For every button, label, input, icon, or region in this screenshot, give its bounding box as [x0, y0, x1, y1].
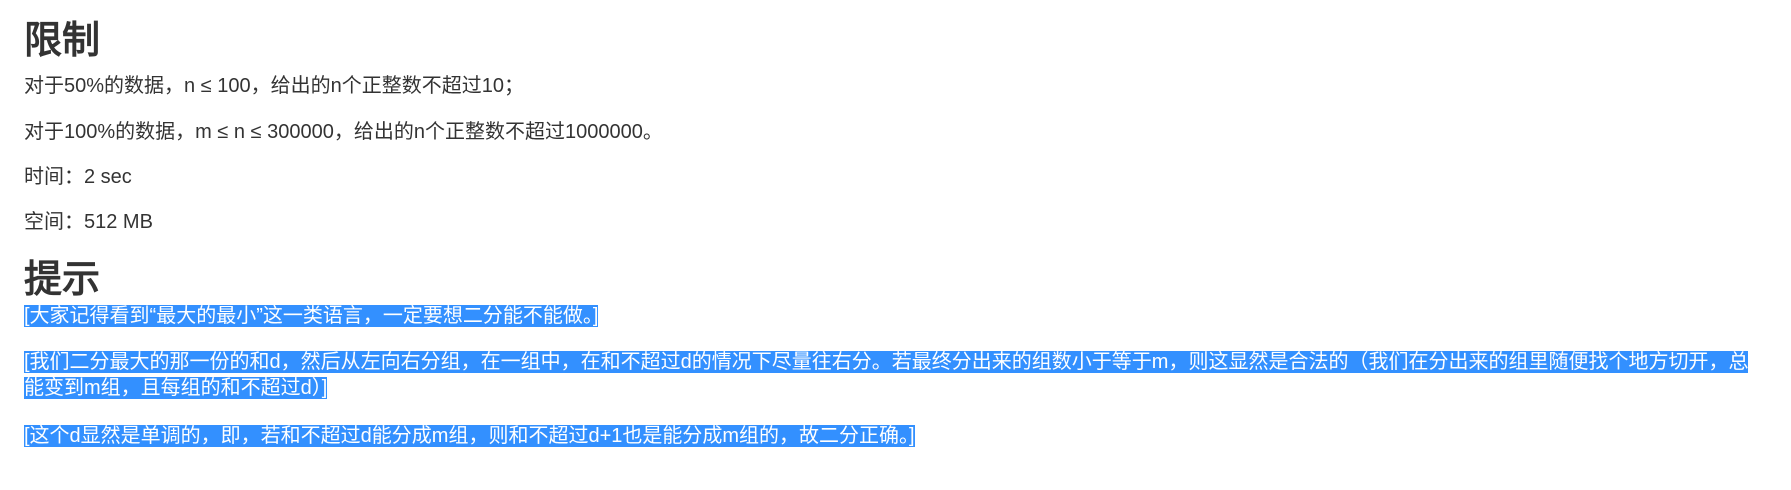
memory-limit: 空间：512 MB: [24, 211, 153, 233]
limits-heading: 限制: [24, 18, 101, 62]
selected-text: [这个d显然是单调的，即，若和不超过d能分成m组，则和不超过d+1也是能分成m组…: [24, 425, 915, 447]
selected-text: [我们二分最大的那一份的和d，然后从左向右分组，在一组中，在和不超过d的情况下尽…: [24, 351, 1749, 399]
hint-heading: 提示: [24, 257, 101, 301]
hint-paragraph-3[interactable]: [这个d显然是单调的，即，若和不超过d能分成m组，则和不超过d+1也是能分成m组…: [24, 424, 1764, 448]
time-limit: 时间：2 sec: [24, 166, 132, 188]
selected-text: [大家记得看到“最大的最小”这一类语言，一定要想二分能不能做。]: [24, 305, 599, 327]
hint-paragraph-1[interactable]: [大家记得看到“最大的最小”这一类语言，一定要想二分能不能做。]: [24, 304, 1764, 328]
problem-content: 限制 对于50%的数据，n ≤ 100，给出的n个正整数不超过10； 对于100…: [24, 18, 1764, 448]
limit-line-100-percent: 对于100%的数据，m ≤ n ≤ 300000，给出的n个正整数不超过1000…: [24, 121, 663, 143]
limit-line-50-percent: 对于50%的数据，n ≤ 100，给出的n个正整数不超过10；: [24, 75, 524, 97]
hint-paragraph-2[interactable]: [我们二分最大的那一份的和d，然后从左向右分组，在一组中，在和不超过d的情况下尽…: [24, 349, 1764, 401]
